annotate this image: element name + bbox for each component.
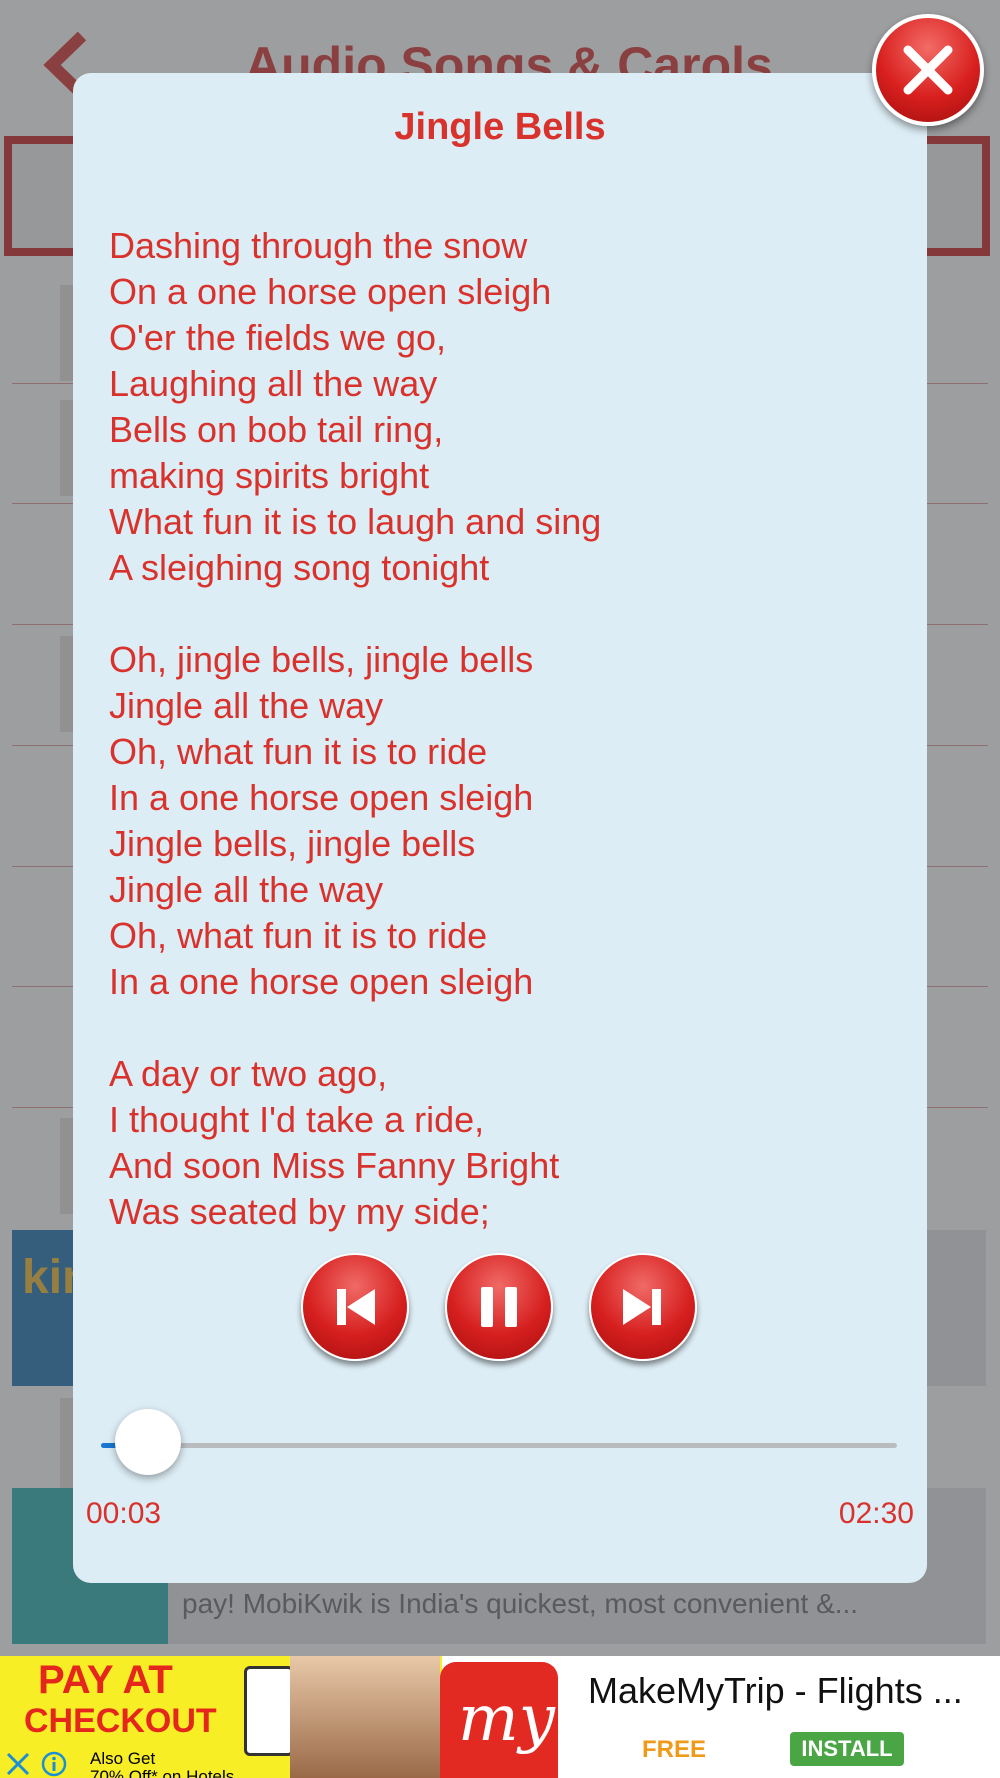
total-time: 02:30: [838, 1497, 914, 1530]
bottom-ad-banner[interactable]: PAY AT CHECKOUT Also Get 70% Off* on Hot…: [0, 1656, 1000, 1778]
lyrics-text: Dashing through the snow On a one horse …: [109, 225, 602, 1232]
ad-price: FREE: [642, 1736, 707, 1763]
progress-slider-handle[interactable]: [115, 1409, 181, 1475]
player-modal: Jingle Bells Dashing through the snow On…: [73, 73, 927, 1583]
close-button[interactable]: [872, 14, 984, 126]
current-time: 00:03: [86, 1497, 162, 1530]
ad-person-image: [290, 1656, 440, 1778]
pause-button[interactable]: [445, 1253, 553, 1361]
app-logo-icon: my: [440, 1662, 558, 1778]
close-icon: [903, 45, 953, 95]
ad-promo-line1: PAY AT: [38, 1658, 173, 1702]
phone-image: [244, 1666, 294, 1756]
ad-app-title[interactable]: MakeMyTrip - Flights ...: [588, 1670, 963, 1712]
ad-promo-small: Also Get 70% Off* on Hotels: [90, 1750, 234, 1778]
previous-button[interactable]: [301, 1253, 409, 1361]
ad-promo-line2: CHECKOUT: [24, 1702, 217, 1740]
next-button[interactable]: [589, 1253, 697, 1361]
pause-icon: [481, 1287, 517, 1327]
ad-promo-small-line1: Also Get: [90, 1749, 156, 1768]
ad-promo-image: PAY AT CHECKOUT Also Get 70% Off* on Hot…: [0, 1656, 442, 1778]
app-logo-text: my: [458, 1682, 555, 1756]
next-icon: [623, 1289, 661, 1325]
install-button[interactable]: INSTALL: [790, 1732, 904, 1766]
progress-track[interactable]: [101, 1443, 897, 1448]
ad-close-icon[interactable]: [4, 1750, 32, 1778]
lyrics-scroll-area[interactable]: Dashing through the snow On a one horse …: [109, 223, 889, 1293]
song-title: Jingle Bells: [394, 106, 606, 148]
ad-promo-small-line2: 70% Off* on Hotels: [90, 1767, 235, 1778]
ad-info-icon[interactable]: [40, 1750, 68, 1778]
previous-icon: [337, 1289, 375, 1325]
